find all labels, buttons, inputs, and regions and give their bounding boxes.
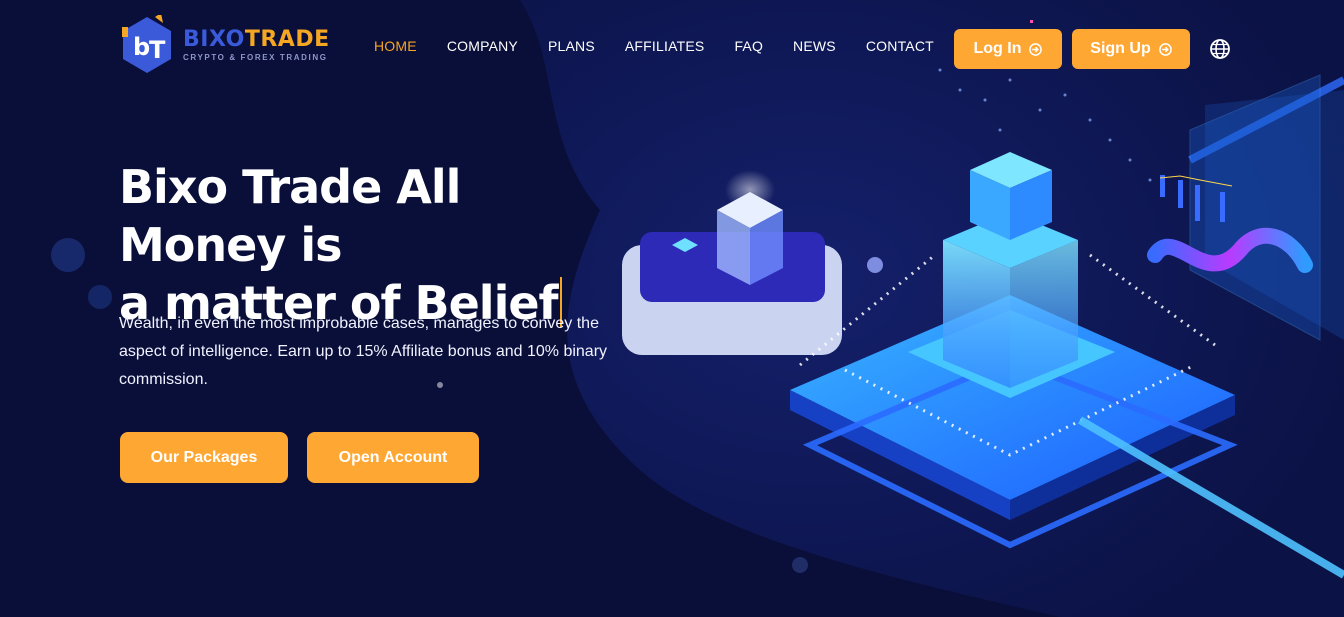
our-packages-button[interactable]: Our Packages [120, 432, 288, 483]
brand-name-part2: TRADE [244, 27, 330, 52]
open-account-label: Open Account [338, 448, 448, 466]
nav-item-plans[interactable]: PLANS [548, 38, 595, 54]
site-header: b T BIXOTRADE CRYPTO & FOREX TRADING HOM… [0, 0, 1344, 95]
hero-headline-line1: Bixo Trade All Money is [119, 160, 461, 272]
brand-name: BIXOTRADE [183, 27, 330, 52]
brand-tagline: CRYPTO & FOREX TRADING [183, 53, 328, 62]
login-button-label: Log In [973, 40, 1022, 57]
nav-item-company[interactable]: COMPANY [447, 38, 518, 54]
nav-item-faq[interactable]: FAQ [734, 38, 763, 54]
globe-icon[interactable] [1209, 38, 1231, 60]
svg-text:b: b [133, 33, 150, 61]
logo-mark-icon: b T [122, 15, 171, 73]
nav-item-news[interactable]: NEWS [793, 38, 836, 54]
open-account-button[interactable]: Open Account [307, 432, 479, 483]
our-packages-label: Our Packages [150, 448, 258, 466]
sign-in-arrow-icon [1029, 42, 1043, 56]
nav-item-home[interactable]: HOME [374, 38, 417, 54]
hero-description: Wealth, in even the most improbable case… [119, 315, 608, 388]
login-button[interactable]: Log In [954, 29, 1062, 69]
nav-item-affiliates[interactable]: AFFILIATES [625, 38, 705, 54]
svg-text:T: T [149, 36, 166, 64]
signup-button[interactable]: Sign Up [1072, 29, 1190, 69]
hero-headline: Bixo Trade All Money is a matter of Beli… [119, 158, 639, 332]
brand-logo[interactable]: b T BIXOTRADE CRYPTO & FOREX TRADING [119, 15, 329, 77]
main-nav: HOME COMPANY PLANS AFFILIATES FAQ NEWS C… [374, 38, 964, 54]
nav-item-contact[interactable]: CONTACT [866, 38, 934, 54]
sign-in-arrow-icon [1158, 42, 1172, 56]
signup-button-label: Sign Up [1090, 40, 1151, 57]
brand-name-part1: BIXO [183, 27, 245, 52]
